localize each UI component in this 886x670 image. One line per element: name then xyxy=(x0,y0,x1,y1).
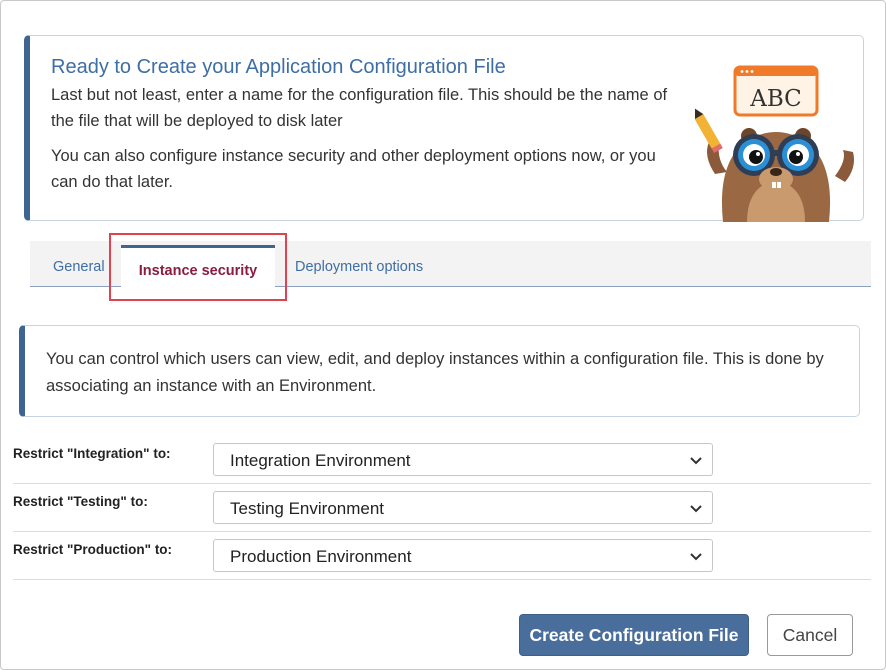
intro-title: Ready to Create your Application Configu… xyxy=(51,56,506,78)
restrict-production-label: Restrict "Production" to: xyxy=(13,542,173,557)
intro-paragraph-1: Last but not least, enter a name for the… xyxy=(51,86,668,130)
create-configuration-file-button[interactable]: Create Configuration File xyxy=(519,614,749,656)
chevron-down-icon xyxy=(690,505,702,513)
restrict-production-row: Restrict "Production" to: Production Env… xyxy=(13,532,871,580)
restrict-integration-value: Integration Environment xyxy=(230,451,411,470)
tab-instance-security[interactable]: Instance security xyxy=(121,245,275,288)
mascot-illustration: ABC xyxy=(695,65,854,222)
sign-text: ABC xyxy=(749,86,802,112)
tab-deployment-options[interactable]: Deployment options xyxy=(295,241,423,287)
intro-paragraph-2: You can also configure instance security… xyxy=(51,147,656,191)
cancel-button[interactable]: Cancel xyxy=(767,614,853,656)
restrict-testing-label: Restrict "Testing" to: xyxy=(13,494,148,509)
restrict-testing-select[interactable]: Testing Environment xyxy=(213,491,713,524)
callout-text: You can control which users can view, ed… xyxy=(46,350,824,395)
restrict-production-value: Production Environment xyxy=(230,547,412,566)
restrict-integration-select[interactable]: Integration Environment xyxy=(213,443,713,476)
info-callout: You can control which users can view, ed… xyxy=(19,325,860,417)
restrict-production-select[interactable]: Production Environment xyxy=(213,539,713,572)
restrict-integration-label: Restrict "Integration" to: xyxy=(13,446,171,461)
chevron-down-icon xyxy=(690,553,702,561)
restrict-testing-row: Restrict "Testing" to: Testing Environme… xyxy=(13,484,871,532)
chevron-down-icon xyxy=(690,457,702,465)
tab-bar: General Instance security Deployment opt… xyxy=(30,241,871,288)
restrict-integration-row: Restrict "Integration" to: Integration E… xyxy=(13,436,871,484)
restrict-testing-value: Testing Environment xyxy=(230,499,385,518)
tab-general[interactable]: General xyxy=(53,241,105,287)
